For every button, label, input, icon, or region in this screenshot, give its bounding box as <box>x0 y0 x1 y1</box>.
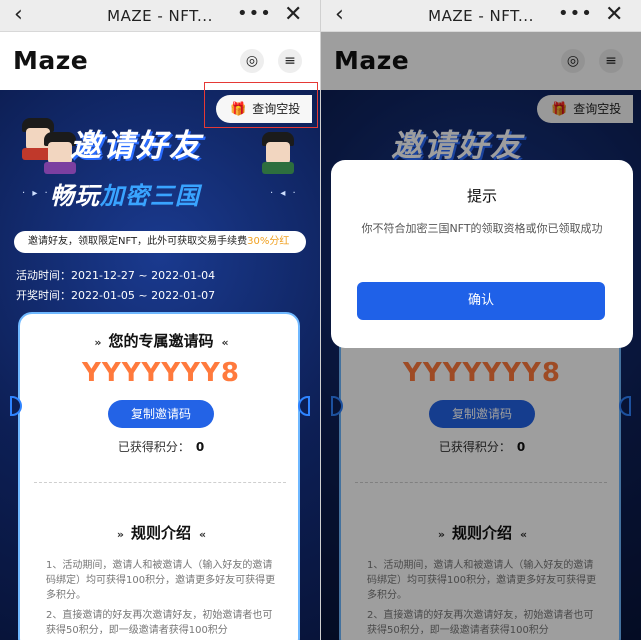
decor-dots-right: · ◂ · <box>270 188 298 199</box>
decor-dots-left: · ▸ · <box>22 188 50 199</box>
hero-title-line2: 畅玩加密三国 <box>50 182 200 210</box>
more-icon[interactable]: ••• <box>558 3 593 24</box>
invite-code: YYYYYYY8 <box>82 358 240 388</box>
copy-invite-code-button[interactable]: 复制邀请码 <box>108 400 214 428</box>
close-icon[interactable]: ✕ <box>605 2 623 27</box>
confirm-button[interactable]: 确认 <box>357 282 605 320</box>
rule-item: 1、活动期间，邀请人和被邀请人（输入好友的邀请码绑定）均可获得100积分，邀请更… <box>46 560 276 601</box>
page-title: MAZE - NFT... <box>107 7 213 25</box>
invite-code-heading: »您的专属邀请码« <box>94 332 228 350</box>
draw-time: 开奖时间：2022-01-05 ~ 2022-01-07 <box>16 289 216 302</box>
activity-time: 活动时间：2021-12-27 ~ 2022-01-04 <box>16 269 216 282</box>
dialog-title: 提示 <box>466 187 497 205</box>
language-icon[interactable]: ◎ <box>240 49 264 73</box>
page-title: MAZE - NFT... <box>428 7 534 25</box>
rules-heading: » 规则介绍 « <box>116 524 206 542</box>
maze-logo[interactable]: Maze <box>13 46 88 75</box>
modal-overlay[interactable]: 提示 你不符合加密三国NFT的领取资格或你已领取成功 确认 <box>321 32 641 640</box>
browser-topbar: ‹ MAZE - NFT... ••• ✕ <box>0 0 320 32</box>
screenshot-stage: ‹ MAZE - NFT... ••• ✕ Maze ◎ ≡ 🎁 查询空投 邀请… <box>0 0 641 640</box>
notice-dialog: 提示 你不符合加密三国NFT的领取资格或你已领取成功 确认 <box>331 160 633 348</box>
browser-topbar: ‹ MAZE - NFT... ••• ✕ <box>321 0 641 32</box>
points-earned: 已获得积分： 0 <box>117 440 205 454</box>
close-icon[interactable]: ✕ <box>284 2 302 27</box>
menu-icon[interactable]: ≡ <box>278 49 302 73</box>
back-icon[interactable]: ‹ <box>14 4 23 26</box>
more-icon[interactable]: ••• <box>237 3 272 24</box>
character-illustration-right <box>258 130 298 174</box>
annotation-highlight-box <box>204 82 318 128</box>
right-screen: ‹ MAZE - NFT... ••• ✕ Maze ◎ ≡ 🎁 查询空投 邀请好… <box>321 0 641 640</box>
card-divider <box>34 482 286 483</box>
hero-title-line1: 邀请好友 <box>70 128 202 164</box>
left-screen: ‹ MAZE - NFT... ••• ✕ Maze ◎ ≡ 🎁 查询空投 邀请… <box>0 0 320 640</box>
rule-item: 2、直接邀请的好友再次邀请好友，初始邀请者也可获得50积分，即一级邀请者获得10… <box>46 610 273 636</box>
invite-card: »您的专属邀请码« YYYYYYY8 复制邀请码 已获得积分：0 »规则介绍« … <box>18 312 300 640</box>
promo-banner: 邀请好友，领取限定NFT，此外可获取交易手续费30%分红 <box>14 231 306 253</box>
back-icon[interactable]: ‹ <box>335 4 344 26</box>
dialog-message: 你不符合加密三国NFT的领取资格或你已领取成功 <box>361 222 603 235</box>
campaign-content: 🎁 查询空投 邀请好友 · ▸ · 畅玩加密三国 · ◂ · 邀请好友，领取限定N… <box>0 82 320 640</box>
